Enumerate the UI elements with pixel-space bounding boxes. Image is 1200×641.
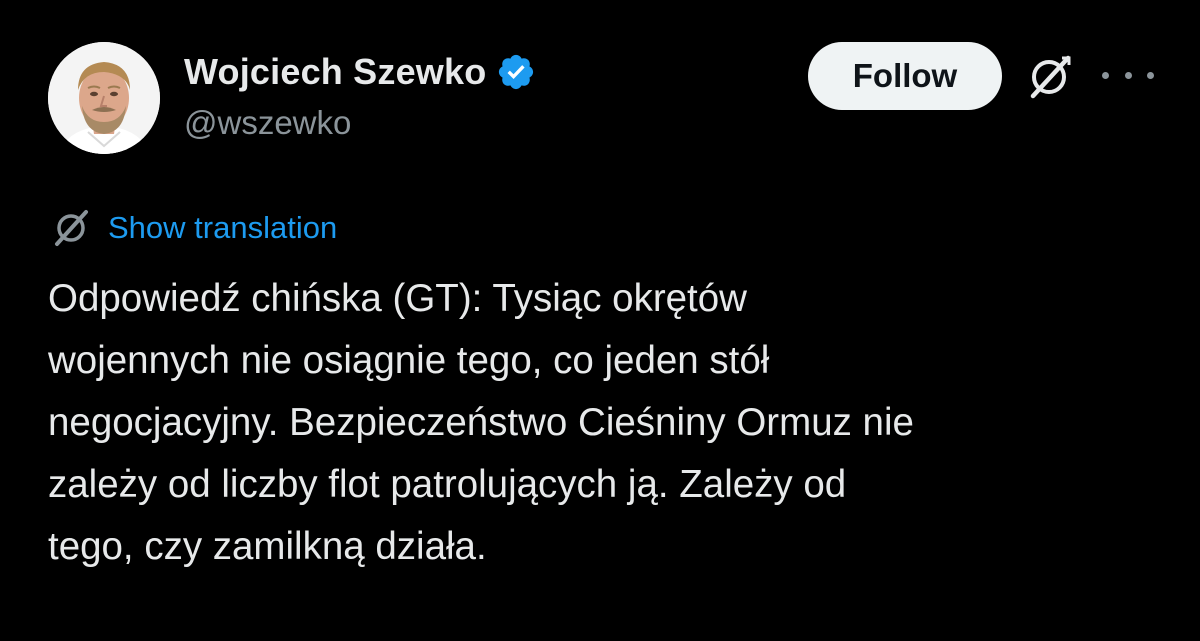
more-dot (1147, 71, 1154, 79)
author-handle[interactable]: @wszewko (184, 104, 351, 142)
tweet-card: Wojciech Szewko @wszewko Follow Show tra… (0, 0, 1200, 641)
author-avatar[interactable] (48, 42, 160, 154)
show-translation-link[interactable]: Show translation (108, 210, 337, 246)
grok-icon[interactable] (1022, 50, 1076, 104)
tweet-text: Odpowiedź chińska (GT): Tysiąc okrętów w… (48, 277, 914, 568)
grok-translate-icon (55, 210, 88, 246)
follow-button[interactable]: Follow (808, 42, 1002, 110)
more-dot (1124, 71, 1132, 79)
more-options-icon[interactable] (1102, 60, 1154, 90)
avatar-photo (48, 42, 160, 154)
verified-badge-icon[interactable] (496, 52, 536, 92)
translation-row: Show translation (48, 206, 337, 250)
more-dot (1102, 71, 1109, 79)
author-name-row: Wojciech Szewko (184, 48, 536, 96)
author-display-name[interactable]: Wojciech Szewko (184, 51, 486, 93)
